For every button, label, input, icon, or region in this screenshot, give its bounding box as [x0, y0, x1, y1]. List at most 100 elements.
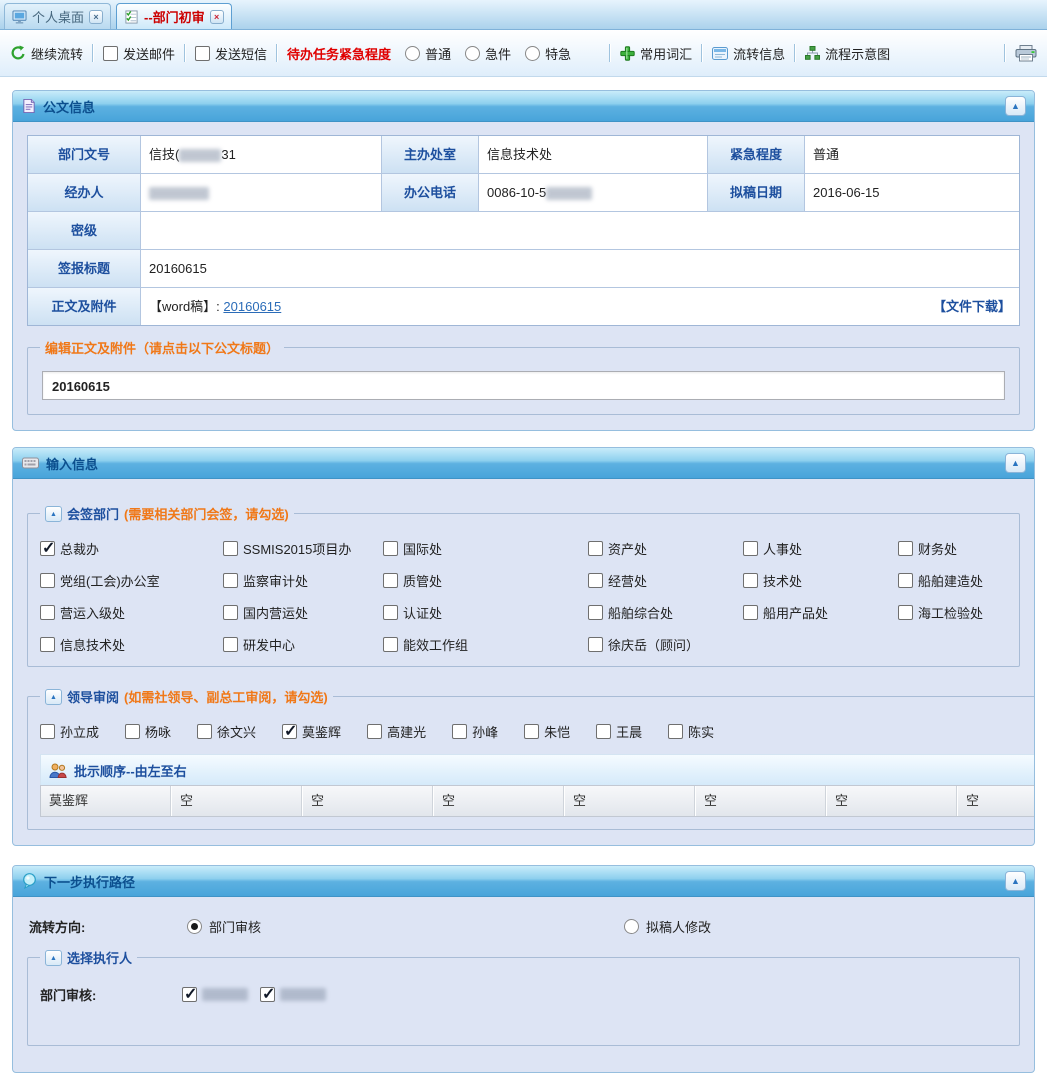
- collapse-button[interactable]: ▲: [1005, 453, 1026, 473]
- send-email-option[interactable]: 发送邮件: [103, 44, 175, 63]
- executor-checkbox-item[interactable]: [182, 987, 248, 1002]
- tab-personal-desktop[interactable]: 个人桌面 ×: [4, 3, 111, 29]
- countersign-checkbox-item[interactable]: 质管处: [383, 571, 588, 590]
- flow-info-button[interactable]: 流转信息: [712, 44, 785, 63]
- checkbox-icon[interactable]: [383, 541, 398, 556]
- print-button[interactable]: [1015, 45, 1037, 62]
- checkbox-icon[interactable]: [898, 605, 913, 620]
- countersign-checkbox-item[interactable]: 国际处: [383, 539, 588, 558]
- checkbox-icon[interactable]: [195, 46, 210, 61]
- close-icon[interactable]: ×: [89, 10, 103, 24]
- leader-checkbox-item[interactable]: 高建光: [367, 722, 426, 741]
- urgency-option-extra-urgent[interactable]: 特急: [525, 44, 571, 63]
- radio-icon[interactable]: [187, 919, 202, 934]
- checkbox-icon[interactable]: [197, 724, 212, 739]
- countersign-checkbox-item[interactable]: 信息技术处: [40, 635, 223, 654]
- countersign-checkbox-item[interactable]: 监察审计处: [223, 571, 383, 590]
- checkbox-icon[interactable]: [40, 573, 55, 588]
- checkbox-icon[interactable]: [383, 605, 398, 620]
- countersign-checkbox-item[interactable]: 认证处: [383, 603, 588, 622]
- checkbox-label: 能效工作组: [403, 635, 468, 654]
- countersign-checkbox-item[interactable]: 海工检验处: [898, 603, 1007, 622]
- collapse-mini-button[interactable]: ▲: [45, 950, 62, 966]
- checkbox-icon[interactable]: [596, 724, 611, 739]
- countersign-checkbox-item[interactable]: 能效工作组: [383, 635, 588, 654]
- countersign-checkbox-item[interactable]: 研发中心: [223, 635, 383, 654]
- checkbox-icon[interactable]: [898, 541, 913, 556]
- checkbox-icon[interactable]: [40, 605, 55, 620]
- continue-flow-button[interactable]: 继续流转: [10, 44, 83, 63]
- direction-option-drafter-revise[interactable]: 拟稿人修改: [624, 917, 711, 936]
- countersign-checkbox-item[interactable]: 徐庆岳（顾问）: [588, 635, 743, 654]
- checkbox-icon[interactable]: [223, 541, 238, 556]
- countersign-checkbox-item[interactable]: 营运入级处: [40, 603, 223, 622]
- leader-checkbox-item[interactable]: 朱恺: [524, 722, 570, 741]
- checkbox-icon[interactable]: [383, 573, 398, 588]
- countersign-checkbox-item[interactable]: 党组(工会)办公室: [40, 571, 223, 590]
- collapse-mini-button[interactable]: ▲: [45, 689, 62, 705]
- tab-department-review[interactable]: --部门初审 ×: [116, 3, 232, 29]
- leader-checkbox-item[interactable]: 杨咏: [125, 722, 171, 741]
- countersign-checkbox-item[interactable]: 人事处: [743, 539, 898, 558]
- checkbox-icon[interactable]: [588, 605, 603, 620]
- checkbox-icon[interactable]: [383, 637, 398, 652]
- leader-checkbox-item[interactable]: 陈实: [668, 722, 714, 741]
- checkbox-icon[interactable]: [40, 637, 55, 652]
- urgency-option-normal[interactable]: 普通: [405, 44, 451, 63]
- checkbox-icon[interactable]: [260, 987, 275, 1002]
- close-icon[interactable]: ×: [210, 10, 224, 24]
- checkbox-icon[interactable]: [524, 724, 539, 739]
- redacted-text: [202, 988, 248, 1001]
- checkbox-icon[interactable]: [223, 573, 238, 588]
- radio-icon[interactable]: [405, 46, 420, 61]
- checkbox-icon[interactable]: [743, 573, 758, 588]
- common-words-button[interactable]: 常用词汇: [620, 44, 692, 63]
- send-sms-option[interactable]: 发送短信: [195, 44, 267, 63]
- checkbox-icon[interactable]: [452, 724, 467, 739]
- leader-checkbox-item[interactable]: 王晨: [596, 722, 642, 741]
- flow-diagram-button[interactable]: 流程示意图: [805, 44, 890, 63]
- checkbox-icon[interactable]: [40, 541, 55, 556]
- checkbox-icon[interactable]: [223, 605, 238, 620]
- checkbox-icon[interactable]: [282, 724, 297, 739]
- collapse-button[interactable]: ▲: [1005, 96, 1026, 116]
- file-download-link[interactable]: 【文件下载】: [933, 288, 1011, 325]
- direction-option-dept-review[interactable]: 部门审核: [187, 917, 624, 936]
- countersign-checkbox-item[interactable]: 财务处: [898, 539, 1007, 558]
- collapse-button[interactable]: ▲: [1005, 871, 1026, 891]
- checkbox-icon[interactable]: [223, 637, 238, 652]
- leader-checkbox-item[interactable]: 徐文兴: [197, 722, 256, 741]
- countersign-checkbox-item[interactable]: 船舶建造处: [898, 571, 1007, 590]
- checkbox-icon[interactable]: [668, 724, 683, 739]
- radio-icon[interactable]: [525, 46, 540, 61]
- urgency-option-urgent[interactable]: 急件: [465, 44, 511, 63]
- checkbox-icon[interactable]: [182, 987, 197, 1002]
- checkbox-icon[interactable]: [588, 573, 603, 588]
- checkbox-icon[interactable]: [103, 46, 118, 61]
- countersign-checkbox-item[interactable]: 船舶综合处: [588, 603, 743, 622]
- checkbox-icon[interactable]: [367, 724, 382, 739]
- collapse-mini-button[interactable]: ▲: [45, 506, 62, 522]
- checkbox-icon[interactable]: [588, 541, 603, 556]
- countersign-checkbox-item[interactable]: 资产处: [588, 539, 743, 558]
- countersign-checkbox-item[interactable]: SSMIS2015项目办: [223, 539, 383, 558]
- checkbox-icon[interactable]: [40, 724, 55, 739]
- countersign-checkbox-item[interactable]: 船用产品处: [743, 603, 898, 622]
- leader-checkbox-item[interactable]: 孙峰: [452, 722, 498, 741]
- leader-checkbox-item[interactable]: 孙立成: [40, 722, 99, 741]
- checkbox-icon[interactable]: [588, 637, 603, 652]
- checkbox-icon[interactable]: [898, 573, 913, 588]
- radio-icon[interactable]: [624, 919, 639, 934]
- document-title-input[interactable]: 20160615: [42, 371, 1005, 400]
- word-draft-link[interactable]: 20160615: [223, 299, 281, 314]
- leader-checkbox-item[interactable]: 莫鉴辉: [282, 722, 341, 741]
- countersign-checkbox-item[interactable]: 总裁办: [40, 539, 223, 558]
- checkbox-icon[interactable]: [743, 605, 758, 620]
- countersign-checkbox-item[interactable]: 国内营运处: [223, 603, 383, 622]
- checkbox-icon[interactable]: [743, 541, 758, 556]
- countersign-checkbox-item[interactable]: 技术处: [743, 571, 898, 590]
- executor-checkbox-item[interactable]: [260, 987, 326, 1002]
- countersign-checkbox-item[interactable]: 经营处: [588, 571, 743, 590]
- checkbox-icon[interactable]: [125, 724, 140, 739]
- radio-icon[interactable]: [465, 46, 480, 61]
